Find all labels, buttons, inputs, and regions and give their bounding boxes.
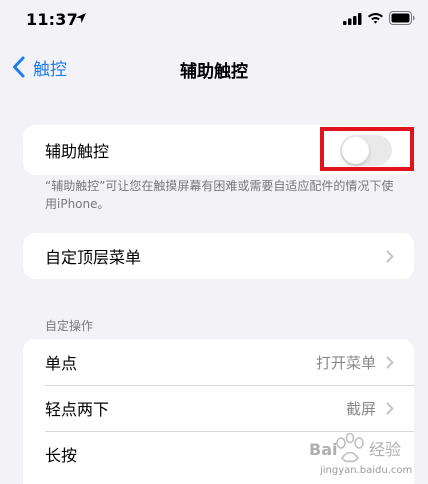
location-arrow-icon [76,13,86,23]
svg-text:Bai: Bai [309,440,337,459]
single-tap-row[interactable]: 单点 打开菜单 [23,339,414,385]
cellular-signal-icon [343,13,362,25]
top-menu-group: 自定顶层菜单 [23,233,414,279]
single-tap-label: 单点 [45,354,78,373]
assistive-touch-footnote: “辅助触控”可让您在触摸屏幕有困难或需要自适应配件的情况下使用iPhone。 [45,179,394,211]
navigation-bar: 触控 辅助触控 [0,44,428,88]
battery-icon [389,11,415,25]
page-title: 辅助触控 [180,62,248,82]
customize-top-menu-label: 自定顶层菜单 [45,248,142,267]
status-time: 11:37 [26,10,78,29]
double-tap-value: 截屏 [345,399,376,418]
status-bar: 11:37 [0,0,428,40]
svg-text:经验: 经验 [369,440,401,459]
chevron-right-icon [386,356,394,368]
red-highlight-annotation [320,127,414,171]
wifi-icon [368,13,383,24]
watermark-url: jingyan.baidu.com [320,465,413,476]
chevron-right-icon [386,250,394,262]
custom-actions-header: 自定操作 [45,319,94,333]
chevron-right-icon [386,402,394,414]
customize-top-menu-row[interactable]: 自定顶层菜单 [23,233,414,279]
single-tap-value: 打开菜单 [315,353,376,372]
double-tap-label: 轻点两下 [45,400,110,419]
